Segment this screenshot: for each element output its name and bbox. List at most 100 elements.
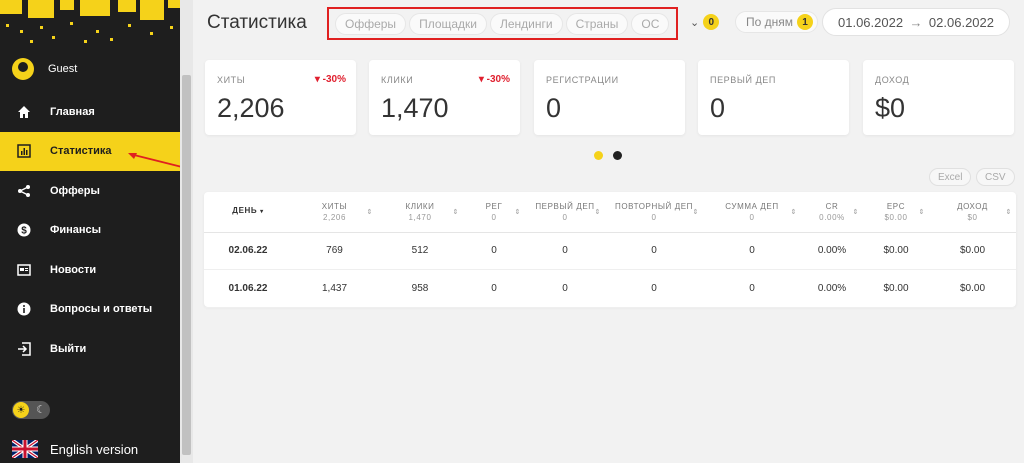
kpi-card-registrations: РЕГИСТРАЦИИ 0 xyxy=(534,60,685,135)
filter-offers[interactable]: Офферы xyxy=(335,12,407,35)
kpi-value: 0 xyxy=(710,93,726,123)
cell-cr: 0.00% xyxy=(801,269,863,308)
kpi-label: ПЕРВЫЙ ДЕП xyxy=(710,75,776,85)
kpi-card-first-deposit: ПЕРВЫЙ ДЕП 0 xyxy=(698,60,849,135)
svg-text:$: $ xyxy=(21,226,27,237)
user-block[interactable]: Guest xyxy=(12,58,77,80)
table-row[interactable]: 01.06.22 1,437 958 0 0 0 0 0.00% $0.00 $… xyxy=(204,269,1016,308)
sidebar: Guest Главная Статистика Офферы $ Финанс… xyxy=(0,0,180,463)
home-icon xyxy=(16,104,32,120)
kpi-card-hits: ХИТЫ 2,206 -30% xyxy=(205,60,356,135)
bar-chart-icon xyxy=(16,143,32,159)
kpi-value: 2,206 xyxy=(217,93,285,123)
sidebar-item-label: Выйти xyxy=(50,342,87,355)
sidebar-item-label: Вопросы и ответы xyxy=(50,303,153,316)
cell-repeat-dep: 0 xyxy=(605,269,703,308)
date-from: 01.06.2022 xyxy=(838,14,904,30)
kpi-delta: -30% xyxy=(315,74,346,85)
col-header-hits[interactable]: ХИТЫ 2,206 ⇕ xyxy=(292,192,377,233)
cell-clicks: 512 xyxy=(377,232,463,270)
sidebar-item-label: Статистика xyxy=(50,145,112,158)
sidebar-item-finance[interactable]: $ Финансы xyxy=(0,211,180,251)
sidebar-item-home[interactable]: Главная xyxy=(0,92,180,132)
col-header-day[interactable]: ДЕНЬ ▾ xyxy=(204,192,292,233)
annotation-arrow xyxy=(128,153,183,168)
kpi-value: 0 xyxy=(546,93,562,123)
news-icon xyxy=(16,262,32,278)
dollar-icon: $ xyxy=(16,222,32,238)
cell-epc: $0.00 xyxy=(863,269,929,308)
cell-income: $0.00 xyxy=(929,232,1016,270)
sidebar-item-faq[interactable]: Вопросы и ответы xyxy=(0,290,180,330)
arrow-right-icon: → xyxy=(909,14,923,30)
cell-clicks: 958 xyxy=(377,269,463,308)
scrollbar-thumb[interactable] xyxy=(182,75,191,455)
user-name: Guest xyxy=(48,63,78,75)
cell-cr: 0.00% xyxy=(801,232,863,270)
cell-day: 02.06.22 xyxy=(204,232,292,270)
group-by-count: 1 xyxy=(797,14,814,30)
language-switch[interactable]: English version xyxy=(12,440,138,458)
col-header-reg[interactable]: РЕГ 0 ⇕ xyxy=(463,192,525,233)
carousel-dot-2[interactable] xyxy=(613,151,622,160)
stats-table: ДЕНЬ ▾ ХИТЫ 2,206 ⇕ КЛИКИ 1,470 ⇕ РЕГ 0 ⇕ ПЕРВ… xyxy=(204,192,1016,308)
sidebar-scrollbar[interactable] xyxy=(180,0,193,463)
more-filters-count: 0 xyxy=(703,14,720,30)
stats-table-card: ДЕНЬ ▾ ХИТЫ 2,206 ⇕ КЛИКИ 1,470 ⇕ РЕГ 0 ⇕ ПЕРВ… xyxy=(204,192,1016,308)
sidebar-nav: Главная Статистика Офферы $ Финансы Ново… xyxy=(0,92,180,369)
skyline-banner xyxy=(0,0,180,46)
avatar xyxy=(12,58,34,80)
carousel-dot-1[interactable] xyxy=(594,151,603,160)
share-icon xyxy=(16,183,32,199)
cell-dep-sum: 0 xyxy=(703,269,801,308)
cell-day: 01.06.22 xyxy=(204,269,292,308)
filter-chips: Офферы Площадки Лендинги Страны ОС xyxy=(327,7,678,40)
sun-icon: ☀ xyxy=(13,402,29,418)
cell-income: $0.00 xyxy=(929,269,1016,308)
export-excel-button[interactable]: Excel xyxy=(929,168,972,186)
sidebar-item-label: Главная xyxy=(50,105,95,118)
kpi-card-clicks: КЛИКИ 1,470 -30% xyxy=(369,60,520,135)
uk-flag-icon xyxy=(12,440,38,458)
cell-reg: 0 xyxy=(463,232,525,270)
more-filters-button[interactable]: ⌄ 0 xyxy=(690,11,720,33)
cell-first-dep: 0 xyxy=(525,269,605,308)
filter-sites[interactable]: Площадки xyxy=(409,12,487,35)
cell-hits: 769 xyxy=(292,232,377,270)
export-csv-button[interactable]: CSV xyxy=(976,168,1015,186)
col-header-clicks[interactable]: КЛИКИ 1,470 ⇕ xyxy=(377,192,463,233)
filter-landings[interactable]: Лендинги xyxy=(490,12,563,35)
sidebar-item-logout[interactable]: Выйти xyxy=(0,329,180,369)
col-header-income[interactable]: ДОХОД $0 ⇕ xyxy=(929,192,1016,233)
sidebar-item-offers[interactable]: Офферы xyxy=(0,171,180,211)
date-range-picker[interactable]: 01.06.2022 → 02.06.2022 xyxy=(822,8,1010,36)
sidebar-item-news[interactable]: Новости xyxy=(0,250,180,290)
filter-countries[interactable]: Страны xyxy=(565,12,629,35)
carousel-dots xyxy=(594,151,622,160)
cell-dep-sum: 0 xyxy=(703,232,801,270)
page-title: Статистика xyxy=(207,12,307,33)
table-row[interactable]: 02.06.22 769 512 0 0 0 0 0.00% $0.00 $0.… xyxy=(204,232,1016,270)
date-to: 02.06.2022 xyxy=(928,14,994,30)
cell-repeat-dep: 0 xyxy=(605,232,703,270)
filter-os[interactable]: ОС xyxy=(631,12,670,35)
col-header-dep-sum[interactable]: СУММА ДЕП 0 ⇕ xyxy=(703,192,801,233)
col-header-repeat-dep[interactable]: ПОВТОРНЫЙ ДЕП 0 ⇕ xyxy=(605,192,703,233)
language-label: English version xyxy=(50,441,139,457)
col-header-first-dep[interactable]: ПЕРВЫЙ ДЕП 0 ⇕ xyxy=(525,192,605,233)
theme-toggle[interactable]: ☀ ☾ xyxy=(12,401,50,419)
cell-reg: 0 xyxy=(463,269,525,308)
cell-first-dep: 0 xyxy=(525,232,605,270)
col-header-epc[interactable]: EPC $0.00 ⇕ xyxy=(863,192,929,233)
kpi-delta: -30% xyxy=(479,74,510,85)
kpi-card-income: ДОХОД $0 xyxy=(863,60,1014,135)
cell-hits: 1,437 xyxy=(292,269,377,308)
kpi-label: РЕГИСТРАЦИИ xyxy=(546,75,619,85)
logout-icon xyxy=(16,341,32,357)
moon-icon: ☾ xyxy=(36,404,46,416)
sidebar-item-label: Новости xyxy=(50,263,97,276)
group-by-days[interactable]: По дням 1 xyxy=(735,11,819,33)
chevron-down-icon: ⌄ xyxy=(690,16,700,29)
sidebar-item-label: Финансы xyxy=(50,224,102,237)
col-header-cr[interactable]: CR 0.00% ⇕ xyxy=(801,192,863,233)
